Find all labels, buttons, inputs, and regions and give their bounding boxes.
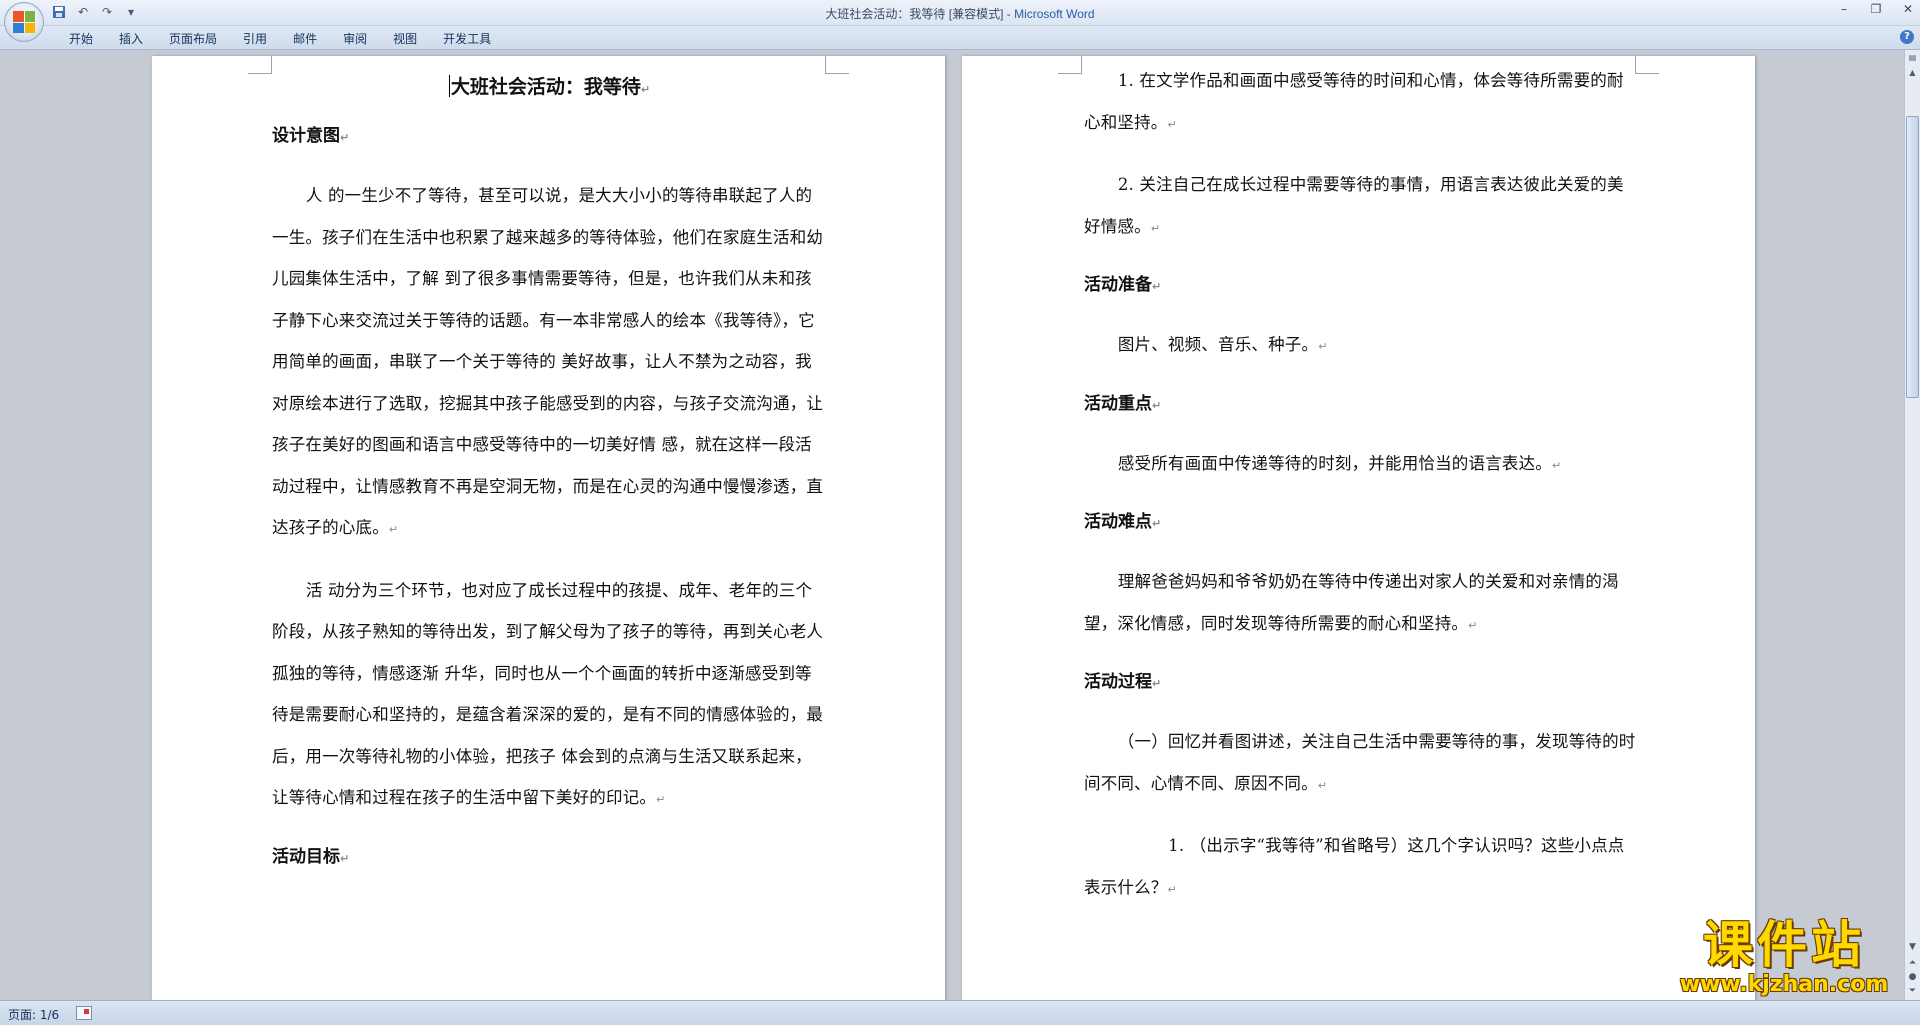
heading-process: 活动过程↵ (1084, 665, 1639, 701)
minimize-icon[interactable]: – (1836, 2, 1852, 16)
document-workspace[interactable]: 大班社会活动：我等待↵ 设计意图↵ 人 的一生少不了等待，甚至可以说，是大大小小… (0, 50, 1904, 1000)
paragraph: 人 的一生少不了等待，甚至可以说，是大大小小的等待串联起了人的一生。孩子们在生活… (272, 175, 827, 551)
document-title: 大班社会活动：我等待↵ (272, 72, 827, 99)
select-browse-object-icon[interactable]: ● (1905, 970, 1920, 985)
paragraph-text: 感受所有画面中传递等待的时刻，并能用恰当的语言表达。 (1117, 453, 1553, 473)
page-1-content[interactable]: 大班社会活动：我等待↵ 设计意图↵ 人 的一生少不了等待，甚至可以说，是大大小小… (272, 66, 827, 896)
paragraph: 感受所有画面中传递等待的时刻，并能用恰当的语言表达。↵ (1084, 443, 1639, 487)
tab-references[interactable]: 引用 (230, 30, 280, 48)
heading-difficulties: 活动难点↵ (1084, 505, 1639, 541)
paragraph-text: 1. 在文学作品和画面中感受等待的时间和心情，体会等待所需要的耐心和坚持。 (1084, 71, 1624, 132)
office-logo-icon (13, 11, 35, 33)
paragraph-mark: ↵ (388, 523, 399, 536)
paragraph: 2. 关注自己在成长过程中需要等待的事情，用语言表达彼此关爱的美好情感。↵ (1084, 164, 1639, 249)
paragraph-text: 理解爸爸妈妈和爷爷奶奶在等待中传递出对家人的关爱和对亲情的渴望，深化情感，同时发… (1084, 572, 1619, 633)
paragraph-mark: ↵ (1317, 778, 1328, 792)
paragraph-mark: ↵ (340, 851, 350, 865)
paragraph-mark: ↵ (1152, 280, 1162, 293)
site-watermark: 课件站 www.kjzhan.com (1666, 917, 1902, 999)
tab-insert[interactable]: 插入 (106, 30, 156, 48)
heading-text: 活动重点 (1084, 393, 1152, 414)
window-controls: – ❐ ✕ (1836, 2, 1916, 16)
scroll-thumb[interactable] (1906, 116, 1919, 398)
page-1[interactable]: 大班社会活动：我等待↵ 设计意图↵ 人 的一生少不了等待，甚至可以说，是大大小小… (152, 56, 945, 1000)
paragraph: 理解爸爸妈妈和爷爷奶奶在等待中传递出对家人的关爱和对亲情的渴望，深化情感，同时发… (1084, 561, 1639, 646)
document-name: 大班社会活动：我等待 [兼容模式] - (825, 7, 1015, 21)
tab-home[interactable]: 开始 (56, 30, 106, 48)
paragraph: 活 动分为三个环节，也对应了成长过程中的孩提、成年、老年的三个阶段，从孩子熟知的… (272, 570, 827, 821)
tab-review[interactable]: 审阅 (330, 30, 380, 48)
app-name: Microsoft Word (1014, 7, 1095, 21)
paragraph-mark: ↵ (1152, 517, 1162, 530)
tab-view[interactable]: 视图 (380, 30, 430, 48)
close-icon[interactable]: ✕ (1900, 2, 1916, 16)
title-bar: ↶ ↷ ▾ 大班社会活动：我等待 [兼容模式] - Microsoft Word… (0, 0, 1920, 42)
page-count[interactable]: 页面: 1/6 (8, 1006, 59, 1023)
help-icon[interactable]: ? (1900, 30, 1914, 44)
heading-key-points: 活动重点↵ (1084, 387, 1639, 423)
heading-text: 活动目标 (272, 846, 340, 867)
margin-corner-mark (248, 56, 272, 74)
margin-corner-mark (1058, 56, 1082, 74)
text-cursor (448, 75, 450, 97)
vertical-scrollbar[interactable]: ▤ ▲ ▼ ⏶ ● ⏷ (1904, 50, 1920, 1000)
paragraph-mark: ↵ (1150, 221, 1161, 235)
ruler-toggle-icon[interactable]: ▤ (1905, 50, 1920, 65)
window-title: 大班社会活动：我等待 [兼容模式] - Microsoft Word (0, 5, 1920, 22)
watermark-logo-text: 课件站 (1703, 915, 1865, 974)
paragraph-mark: ↵ (1152, 677, 1162, 690)
margin-corner-mark (825, 56, 849, 74)
paragraph-mark: ↵ (1318, 340, 1328, 353)
paragraph-text: （一）回忆并看图讲述，关注自己生活中需要等待的事，发现等待的时间不同、心情不同、… (1084, 732, 1636, 793)
page-2-content[interactable]: 1. 在文学作品和画面中感受等待的时间和心情，体会等待所需要的耐心和坚持。↵ 2… (1084, 60, 1639, 929)
tab-page-layout[interactable]: 页面布局 (156, 30, 230, 48)
paragraph-mark: ↵ (1468, 618, 1478, 632)
office-button[interactable] (4, 2, 44, 42)
paragraph-mark: ↵ (1152, 398, 1162, 412)
paragraph: 图片、视频、音乐、种子。↵ (1084, 324, 1639, 368)
maximize-icon[interactable]: ❐ (1868, 2, 1884, 16)
ribbon-tabs: 开始 插入 页面布局 引用 邮件 审阅 视图 开发工具 (56, 30, 504, 48)
paragraph-mark: ↵ (1167, 117, 1177, 131)
heading-activity-goals: 活动目标↵ (272, 840, 827, 876)
paragraph-mark: ↵ (640, 83, 651, 96)
heading-preparation: 活动准备↵ (1084, 268, 1639, 304)
next-page-icon[interactable]: ⏷ (1905, 984, 1920, 999)
paragraph-mark: ↵ (1552, 458, 1562, 472)
tab-developer[interactable]: 开发工具 (430, 30, 504, 48)
paragraph-text: 活 动分为三个环节，也对应了成长过程中的孩提、成年、老年的三个阶段，从孩子熟知的… (272, 580, 824, 808)
heading-text: 设计意图 (272, 126, 340, 146)
heading-text: 活动难点 (1084, 512, 1152, 532)
tab-mailings[interactable]: 邮件 (280, 30, 330, 48)
status-bar: 页面: 1/6 (0, 1000, 1920, 1025)
paragraph-text: 1. （出示字“我等待”和省略号）这几个字认识吗？这些小点点表示什么？ (1084, 836, 1625, 897)
paragraph-mark: ↵ (656, 793, 666, 806)
previous-page-icon[interactable]: ⏶ (1905, 956, 1920, 971)
page-2[interactable]: 1. 在文学作品和画面中感受等待的时间和心情，体会等待所需要的耐心和坚持。↵ 2… (962, 56, 1755, 1000)
heading-text: 活动过程 (1084, 672, 1152, 692)
heading-text: 活动准备 (1084, 275, 1152, 295)
paragraph-text: 人 的一生少不了等待，甚至可以说，是大大小小的等待串联起了人的一生。孩子们在生活… (272, 186, 824, 537)
paragraph: （一）回忆并看图讲述，关注自己生活中需要等待的事，发现等待的时间不同、心情不同、… (1084, 721, 1639, 806)
heading-design-intent: 设计意图↵ (272, 119, 827, 155)
watermark-url: www.kjzhan.com (1679, 972, 1889, 997)
scroll-down-icon[interactable]: ▼ (1905, 940, 1920, 955)
paragraph-text: 2. 关注自己在成长过程中需要等待的事情，用语言表达彼此关爱的美好情感。 (1084, 175, 1624, 236)
paragraph: 1. 在文学作品和画面中感受等待的时间和心情，体会等待所需要的耐心和坚持。↵ (1084, 60, 1639, 145)
paragraph: 1. （出示字“我等待”和省略号）这几个字认识吗？这些小点点表示什么？↵ (1084, 825, 1639, 910)
proofing-icon[interactable] (76, 1006, 92, 1020)
paragraph-mark: ↵ (340, 131, 350, 144)
document-title-text: 大班社会活动：我等待 (450, 76, 641, 98)
paragraph-mark: ↵ (1167, 882, 1177, 896)
paragraph-text: 图片、视频、音乐、种子。 (1117, 335, 1319, 354)
scroll-up-icon[interactable]: ▲ (1905, 65, 1920, 80)
ribbon: 开始 插入 页面布局 引用 邮件 审阅 视图 开发工具 ? (0, 26, 1920, 50)
